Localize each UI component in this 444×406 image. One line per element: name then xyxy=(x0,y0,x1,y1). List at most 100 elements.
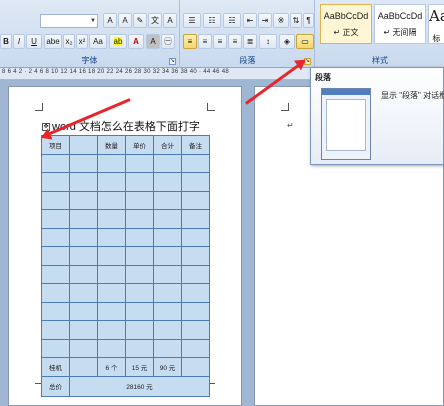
table-cell[interactable] xyxy=(69,338,98,358)
table-cell[interactable]: 数量 xyxy=(97,135,126,155)
justify-button[interactable]: ≡ xyxy=(228,34,242,49)
table-cell[interactable] xyxy=(69,283,98,303)
bullets-button[interactable]: ☰ xyxy=(183,13,201,28)
align-right-button[interactable]: ≡ xyxy=(213,34,227,49)
table-cell[interactable] xyxy=(69,135,98,155)
show-marks-button[interactable]: ¶ xyxy=(303,13,314,28)
table-cell[interactable] xyxy=(69,190,98,210)
shading-button[interactable]: ◈ xyxy=(279,34,295,49)
chinese-layout-button[interactable]: ※ xyxy=(273,13,289,28)
table-cell[interactable] xyxy=(181,283,210,303)
table-cell[interactable] xyxy=(97,320,126,340)
clear-format-button[interactable]: ✎ xyxy=(133,13,147,28)
distributed-button[interactable]: ≣ xyxy=(243,34,257,49)
table-cell[interactable]: 备注 xyxy=(181,135,210,155)
table-cell[interactable]: 15 元 xyxy=(125,357,154,377)
table-cell[interactable] xyxy=(153,283,182,303)
table-cell[interactable] xyxy=(153,264,182,284)
underline-button[interactable]: U xyxy=(26,34,42,49)
phonetic-button[interactable]: 文 xyxy=(148,13,162,28)
table-cell[interactable]: 单价 xyxy=(125,135,154,155)
table-cell[interactable] xyxy=(153,172,182,192)
grow-font-button[interactable]: A xyxy=(103,13,117,28)
table-cell[interactable] xyxy=(181,357,210,377)
table-cell[interactable] xyxy=(153,301,182,321)
decrease-indent-button[interactable]: ⇤ xyxy=(243,13,257,28)
table-cell[interactable] xyxy=(181,264,210,284)
table-cell[interactable] xyxy=(125,246,154,266)
table-cell[interactable] xyxy=(125,283,154,303)
table-cell[interactable] xyxy=(97,264,126,284)
table-cell[interactable]: 6 个 xyxy=(97,357,126,377)
font-size-combo[interactable]: ▼ xyxy=(40,14,98,28)
bold-button[interactable]: B xyxy=(0,34,12,49)
table-cell[interactable] xyxy=(97,246,126,266)
align-center-button[interactable]: ≡ xyxy=(198,34,212,49)
numbering-button[interactable]: ☷ xyxy=(203,13,221,28)
table-cell[interactable] xyxy=(41,153,70,173)
table-cell[interactable] xyxy=(125,153,154,173)
table-cell[interactable] xyxy=(153,338,182,358)
table-cell[interactable] xyxy=(69,209,98,229)
font-dialog-launcher[interactable]: ↘ xyxy=(169,58,176,65)
borders-button[interactable]: ▭ xyxy=(296,34,314,49)
table-cell[interactable] xyxy=(69,264,98,284)
table-cell[interactable] xyxy=(125,301,154,321)
table-cell[interactable] xyxy=(97,283,126,303)
increase-indent-button[interactable]: ⇥ xyxy=(258,13,272,28)
table-cell[interactable] xyxy=(69,153,98,173)
italic-button[interactable]: I xyxy=(13,34,25,49)
table-cell[interactable] xyxy=(153,320,182,340)
total-value-cell[interactable]: 28160 元 xyxy=(69,375,210,397)
table-cell[interactable] xyxy=(153,227,182,247)
table-cell[interactable] xyxy=(41,190,70,210)
table-cell[interactable] xyxy=(181,320,210,340)
enclose-char-button[interactable]: ㊀ xyxy=(161,34,175,49)
table-cell[interactable] xyxy=(69,301,98,321)
shrink-font-button[interactable]: A xyxy=(118,13,132,28)
table-cell[interactable] xyxy=(69,246,98,266)
table-cell[interactable] xyxy=(41,172,70,192)
table-cell[interactable] xyxy=(181,153,210,173)
style-heading-1[interactable]: AaBl 标题 1 xyxy=(428,4,444,44)
table-cell[interactable] xyxy=(69,172,98,192)
table-cell[interactable] xyxy=(41,301,70,321)
table-cell[interactable] xyxy=(41,227,70,247)
table-cell[interactable] xyxy=(181,338,210,358)
table-cell[interactable]: 合计 xyxy=(153,135,182,155)
table-cell[interactable] xyxy=(125,190,154,210)
table-cell[interactable] xyxy=(181,172,210,192)
table-cell[interactable] xyxy=(41,283,70,303)
table-cell[interactable] xyxy=(125,172,154,192)
table-cell[interactable] xyxy=(97,190,126,210)
table-cell[interactable] xyxy=(41,209,70,229)
table-cell[interactable] xyxy=(97,172,126,192)
table-cell[interactable] xyxy=(41,338,70,358)
highlight-button[interactable]: ab xyxy=(109,34,127,49)
table-cell[interactable] xyxy=(125,227,154,247)
table-cell[interactable] xyxy=(69,227,98,247)
table-cell[interactable] xyxy=(125,264,154,284)
table-cell[interactable] xyxy=(97,209,126,229)
style-no-spacing[interactable]: AaBbCcDd ↵ 无间隔 xyxy=(374,4,426,44)
table-cell[interactable] xyxy=(153,153,182,173)
table-cell[interactable] xyxy=(97,153,126,173)
line-spacing-button[interactable]: ↕ xyxy=(259,34,277,49)
table-cell[interactable] xyxy=(153,246,182,266)
data-table[interactable]: 项目 数量 单价 合计 备注 桂机 6 个 15 元 90 元总价 28160 元 xyxy=(41,135,210,397)
subscript-button[interactable]: x₂ xyxy=(63,34,75,49)
multilevel-list-button[interactable]: ☵ xyxy=(223,13,241,28)
table-cell[interactable] xyxy=(97,301,126,321)
table-cell[interactable] xyxy=(41,264,70,284)
table-cell[interactable] xyxy=(181,190,210,210)
table-cell[interactable] xyxy=(153,190,182,210)
char-shading-button[interactable]: A xyxy=(146,34,160,49)
table-cell[interactable] xyxy=(125,209,154,229)
table-cell[interactable] xyxy=(125,320,154,340)
table-cell[interactable] xyxy=(97,227,126,247)
change-case-button[interactable]: Aa xyxy=(89,34,107,49)
style-normal[interactable]: AaBbCcDd ↵ 正文 xyxy=(320,4,372,44)
font-color-button[interactable]: A xyxy=(128,34,144,49)
superscript-button[interactable]: x² xyxy=(76,34,88,49)
table-cell[interactable] xyxy=(69,320,98,340)
